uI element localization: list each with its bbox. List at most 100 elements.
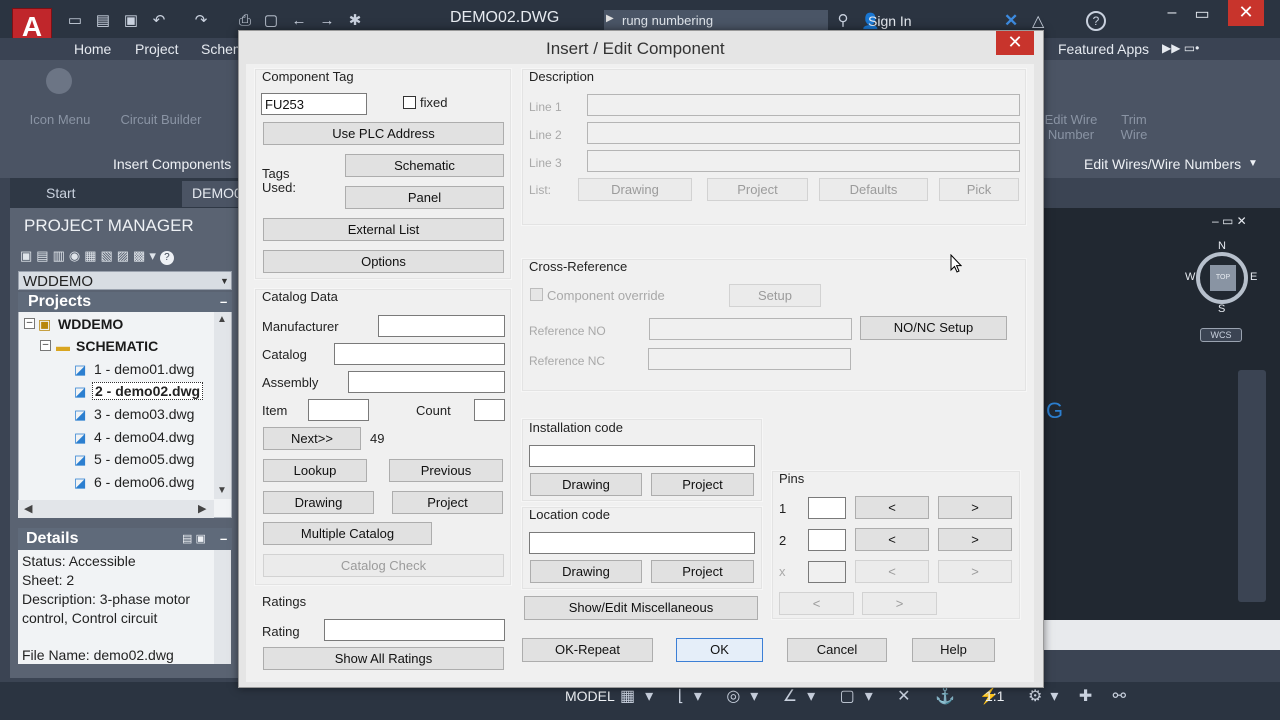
description-project-button[interactable]: Project xyxy=(707,178,808,201)
redo-icon[interactable]: ↷ xyxy=(192,12,210,30)
tree-file[interactable]: 3 - demo03.dwg xyxy=(94,406,194,422)
collapse-icon[interactable]: – xyxy=(220,294,227,309)
pinx-input[interactable] xyxy=(808,561,846,583)
catalog-check-button[interactable]: Catalog Check xyxy=(263,554,504,577)
description-line3-input[interactable] xyxy=(587,150,1020,172)
external-list-button[interactable]: External List xyxy=(263,218,504,241)
tree-vertical-scrollbar[interactable] xyxy=(214,312,231,499)
minimize-icon[interactable]: – xyxy=(1160,4,1184,24)
compass-west[interactable]: W xyxy=(1185,271,1195,283)
reference-no-input[interactable] xyxy=(649,318,852,340)
details-view-icon[interactable]: ▤ ▣ xyxy=(182,532,206,545)
location-drawing-button[interactable]: Drawing xyxy=(530,560,642,583)
viewcube-top[interactable]: TOP xyxy=(1210,265,1236,291)
compass-north[interactable]: N xyxy=(1218,240,1226,252)
fixed-checkbox[interactable] xyxy=(403,96,416,109)
tree-file[interactable]: 6 - demo06.dwg xyxy=(94,474,194,490)
viewport-controls-icon[interactable]: – ▭ ✕ xyxy=(1212,214,1247,228)
window-close-button[interactable]: ✕ xyxy=(1228,0,1264,26)
tree-file[interactable]: 1 - demo01.dwg xyxy=(94,361,194,377)
catalog-input[interactable] xyxy=(334,343,505,365)
pin2-input[interactable] xyxy=(808,529,846,551)
options-button[interactable]: Options xyxy=(263,250,504,273)
workspace-icons[interactable]: ⚙▾ ✚ ⚯ xyxy=(1028,686,1134,706)
exchange-icon[interactable]: ✕ xyxy=(1004,11,1018,31)
cancel-button[interactable]: Cancel xyxy=(787,638,887,662)
tools-icon[interactable]: ✱ xyxy=(346,12,364,30)
scroll-up-icon[interactable]: ▲ xyxy=(217,314,227,325)
component-tag-input[interactable]: FU253 xyxy=(261,93,367,115)
command-line[interactable] xyxy=(1042,620,1280,650)
dialog-close-button[interactable]: ✕ xyxy=(996,31,1034,55)
description-line1-input[interactable] xyxy=(587,94,1020,116)
help-button[interactable]: Help xyxy=(912,638,995,662)
installation-project-button[interactable]: Project xyxy=(651,473,754,496)
tab-home[interactable]: Home xyxy=(74,41,111,57)
tab-project[interactable]: Project xyxy=(135,41,179,57)
nonc-setup-button[interactable]: NO/NC Setup xyxy=(860,316,1007,340)
pin2-prev-button[interactable]: < xyxy=(855,528,929,551)
pinx-next-button[interactable]: > xyxy=(938,560,1012,583)
count-input[interactable] xyxy=(474,399,505,421)
help-icon[interactable]: ? xyxy=(159,251,174,265)
pin1-prev-button[interactable]: < xyxy=(855,496,929,519)
ribbon-icon-menu[interactable]: Icon Menu xyxy=(22,112,98,127)
ribbon-circuit-builder[interactable]: Circuit Builder xyxy=(114,112,208,127)
tree-file[interactable]: 4 - demo04.dwg xyxy=(94,429,194,445)
description-pick-button[interactable]: Pick xyxy=(939,178,1019,201)
collapse-icon[interactable]: – xyxy=(220,531,227,546)
help-icon[interactable]: ? xyxy=(1086,11,1106,31)
pin2-next-button[interactable]: > xyxy=(938,528,1012,551)
save-icon[interactable]: ▣ xyxy=(122,12,140,30)
tab-demo02[interactable]: DEMO0 xyxy=(182,181,242,207)
pins-prev-button[interactable]: < xyxy=(779,592,854,615)
ok-repeat-button[interactable]: OK-Repeat xyxy=(522,638,653,662)
icon-menu-icon[interactable] xyxy=(46,68,72,94)
folder-icon[interactable]: ▢ xyxy=(262,12,280,30)
ok-button[interactable]: OK xyxy=(676,638,763,662)
lookup-button[interactable]: Lookup xyxy=(263,459,367,482)
show-all-ratings-button[interactable]: Show All Ratings xyxy=(263,647,504,670)
multiple-catalog-button[interactable]: Multiple Catalog xyxy=(263,522,432,545)
description-drawing-button[interactable]: Drawing xyxy=(578,178,692,201)
binoculars-icon[interactable]: ⚲ xyxy=(834,12,852,30)
annotation-scale[interactable]: 1:1 xyxy=(985,688,1004,704)
project-select[interactable]: WDDEMO xyxy=(18,271,232,290)
description-line2-input[interactable] xyxy=(587,122,1020,144)
reference-nc-input[interactable] xyxy=(648,348,851,370)
pins-next-button[interactable]: > xyxy=(862,592,937,615)
component-override-checkbox[interactable] xyxy=(530,288,543,301)
navigation-bar[interactable] xyxy=(1238,370,1266,602)
next-button[interactable]: Next>> xyxy=(263,427,361,450)
catalog-drawing-button[interactable]: Drawing xyxy=(263,491,374,514)
tab-featured-apps[interactable]: Featured Apps xyxy=(1058,41,1149,57)
wcs-menu[interactable]: WCS xyxy=(1200,328,1242,342)
ribbon-trim-wire[interactable]: Trim Wire xyxy=(1114,112,1154,142)
assembly-input[interactable] xyxy=(348,371,505,393)
chevron-down-icon[interactable]: ▼ xyxy=(220,276,229,286)
installation-code-input[interactable] xyxy=(529,445,755,467)
schematic-button[interactable]: Schematic xyxy=(345,154,504,177)
plot-icon[interactable]: ⎙ xyxy=(236,12,254,30)
use-plc-address-button[interactable]: Use PLC Address xyxy=(263,122,504,145)
description-defaults-button[interactable]: Defaults xyxy=(819,178,928,201)
sign-in-button[interactable]: Sign In xyxy=(868,13,912,29)
tree-folder-schematic[interactable]: SCHEMATIC xyxy=(76,338,158,354)
ribbon-expand-icon[interactable]: ▶▶ ▭• xyxy=(1162,41,1199,55)
manufacturer-input[interactable] xyxy=(378,315,505,337)
details-scrollbar[interactable] xyxy=(214,550,231,664)
panel-button[interactable]: Panel xyxy=(345,186,504,209)
ribbon-edit-wire-number[interactable]: Edit Wire Number xyxy=(1038,112,1104,142)
tree-project[interactable]: WDDEMO xyxy=(58,316,123,332)
model-space-button[interactable]: MODEL xyxy=(565,688,615,704)
tree-collapse-icon[interactable]: – xyxy=(24,318,35,329)
compass-east[interactable]: E xyxy=(1250,271,1257,283)
new-file-icon[interactable]: ▭ xyxy=(66,12,84,30)
rating-input[interactable] xyxy=(324,619,505,641)
xref-setup-button[interactable]: Setup xyxy=(729,284,821,307)
project-manager-toolbar[interactable]: ▣▤▥◉▦▧▨▩▾? xyxy=(20,248,230,266)
maximize-icon[interactable]: ▭ xyxy=(1190,4,1214,24)
scroll-down-icon[interactable]: ▼ xyxy=(217,485,227,496)
back-arrow-icon[interactable]: ← xyxy=(290,12,308,30)
a360-icon[interactable]: △ xyxy=(1032,11,1044,31)
